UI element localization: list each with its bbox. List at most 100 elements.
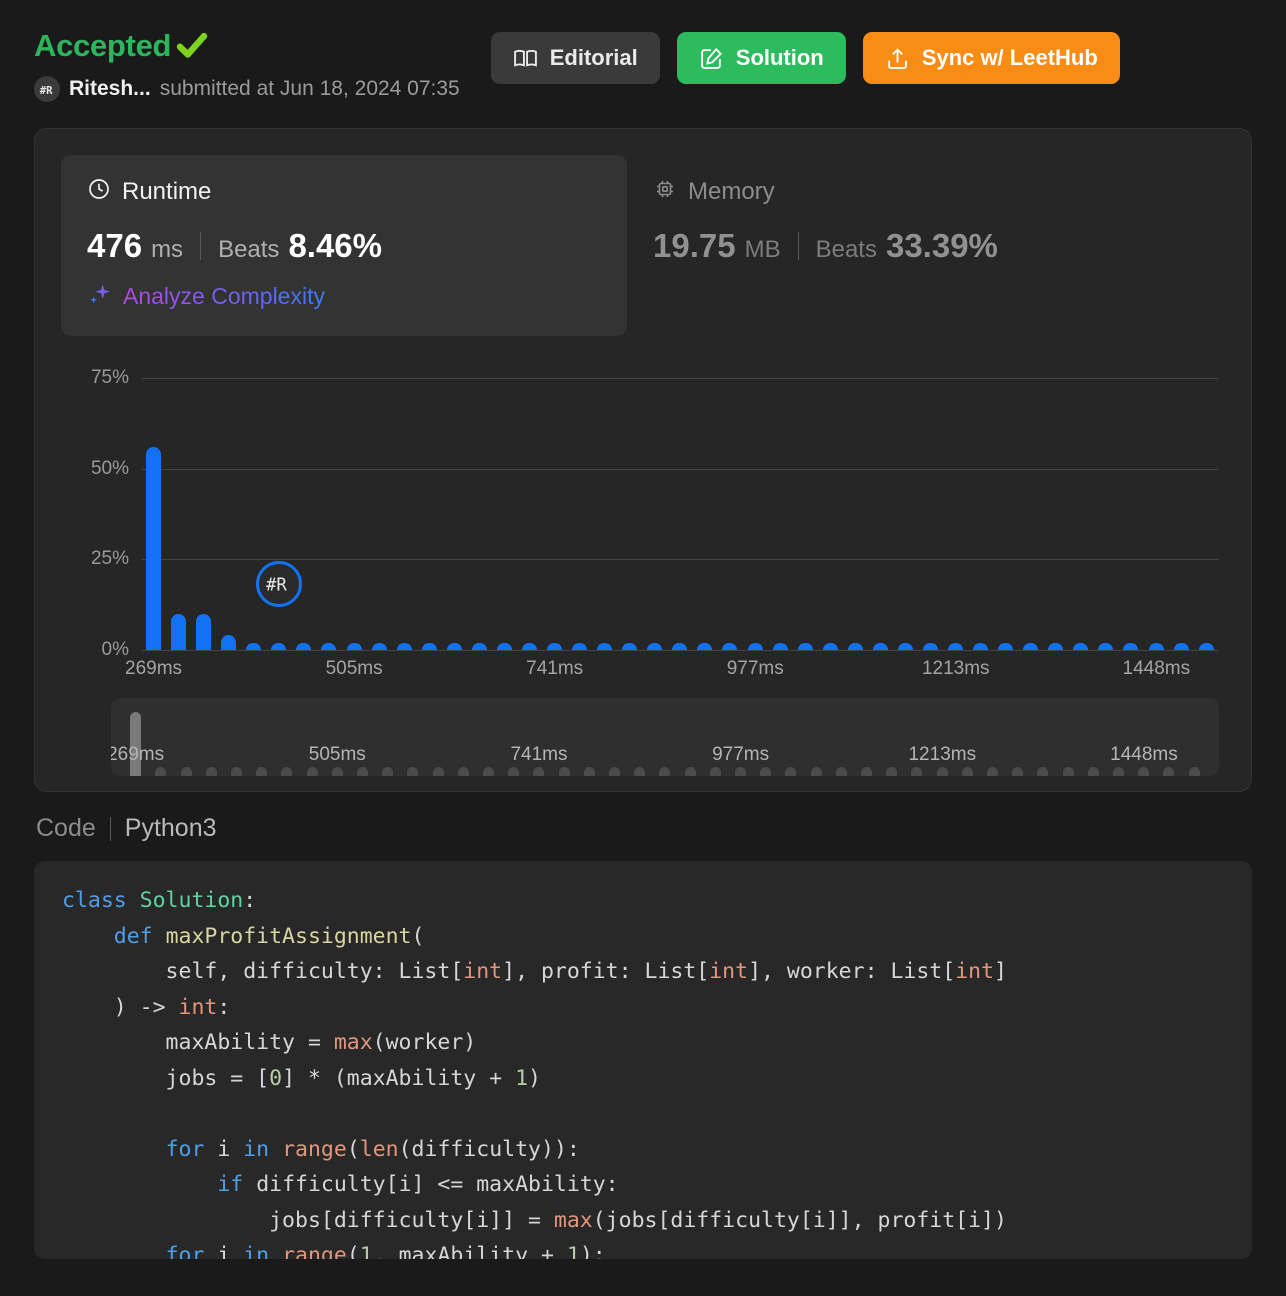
- chart-bar[interactable]: [421, 643, 437, 650]
- chart-bar[interactable]: [171, 613, 187, 650]
- bar-slot[interactable]: [367, 360, 392, 650]
- chart-bar[interactable]: [998, 643, 1014, 650]
- bar-slot[interactable]: [768, 360, 793, 650]
- chart-bar[interactable]: [1173, 643, 1189, 650]
- chart-bar[interactable]: [672, 643, 688, 650]
- avatar[interactable]: #R: [34, 76, 60, 102]
- chart-bar[interactable]: [948, 643, 964, 650]
- bar-slot[interactable]: [542, 360, 567, 650]
- chart-bar[interactable]: [196, 613, 212, 650]
- bar-slot[interactable]: [617, 360, 642, 650]
- bar-slot[interactable]: [1093, 360, 1118, 650]
- chart-bar[interactable]: [271, 643, 287, 650]
- bar-slot[interactable]: [993, 360, 1018, 650]
- editorial-button[interactable]: Editorial: [490, 32, 660, 84]
- bar-slot[interactable]: [316, 360, 341, 650]
- chart-bar[interactable]: [872, 643, 888, 650]
- bar-slot[interactable]: [1169, 360, 1194, 650]
- sync-leethub-button[interactable]: Sync w/ LeetHub: [862, 32, 1120, 84]
- chart-bar[interactable]: [346, 643, 362, 650]
- chart-bar[interactable]: [847, 643, 863, 650]
- bar-slot[interactable]: [1043, 360, 1068, 650]
- chart-bar[interactable]: [471, 643, 487, 650]
- bar-slot[interactable]: [567, 360, 592, 650]
- bar-slot[interactable]: [868, 360, 893, 650]
- bar-slot[interactable]: [392, 360, 417, 650]
- chart-bar[interactable]: [1148, 643, 1164, 650]
- bar-slot[interactable]: [1068, 360, 1093, 650]
- code-token: if: [217, 1172, 257, 1197]
- bar-slot[interactable]: #R: [255, 360, 302, 650]
- bar-slot[interactable]: [216, 360, 241, 650]
- bar-slot[interactable]: [492, 360, 517, 650]
- bar-slot[interactable]: [642, 360, 667, 650]
- bar-slot[interactable]: [417, 360, 442, 650]
- bar-slot[interactable]: [517, 360, 542, 650]
- bar-slot[interactable]: [692, 360, 717, 650]
- chart-bar[interactable]: [572, 643, 588, 650]
- bar-slot[interactable]: [893, 360, 918, 650]
- bar-slot[interactable]: [943, 360, 968, 650]
- runtime-metric[interactable]: Runtime 476 ms Beats 8.46% Analyze Compl…: [61, 155, 627, 336]
- chart-bar[interactable]: [897, 643, 913, 650]
- chart-bar[interactable]: [371, 643, 387, 650]
- chart-bar[interactable]: [296, 643, 312, 650]
- chart-bar[interactable]: [722, 643, 738, 650]
- memory-beats-label: Beats: [815, 236, 877, 263]
- bar-slot[interactable]: [241, 360, 266, 650]
- chart-bar[interactable]: [1123, 643, 1139, 650]
- bar-slot[interactable]: [793, 360, 818, 650]
- bar-slot[interactable]: [342, 360, 367, 650]
- bar-slot[interactable]: [1018, 360, 1043, 650]
- bar-slot[interactable]: [717, 360, 742, 650]
- chart-bar[interactable]: [396, 643, 412, 650]
- submitter-name[interactable]: Ritesh...: [69, 77, 151, 101]
- bar-slot[interactable]: [592, 360, 617, 650]
- chart-bar[interactable]: [496, 643, 512, 650]
- bar-slot[interactable]: [918, 360, 943, 650]
- code-token: 1: [566, 1243, 580, 1259]
- chart-bar[interactable]: [1073, 643, 1089, 650]
- chart-bar[interactable]: [647, 643, 663, 650]
- bar-slot[interactable]: [467, 360, 492, 650]
- chart-range-scrollbar[interactable]: 269ms 505ms 741ms 977ms 1213ms 1448ms: [111, 698, 1219, 776]
- bar-slot[interactable]: [141, 360, 166, 650]
- analyze-complexity-link[interactable]: Analyze Complexity: [87, 281, 601, 312]
- solution-button[interactable]: Solution: [676, 32, 846, 84]
- chart-bar[interactable]: [146, 447, 162, 650]
- bar-slot[interactable]: [1144, 360, 1169, 650]
- code-language[interactable]: Python3: [125, 814, 217, 843]
- bar-slot[interactable]: [818, 360, 843, 650]
- chart-bar[interactable]: [321, 643, 337, 650]
- chart-bar[interactable]: [547, 643, 563, 650]
- chart-bar[interactable]: [1098, 643, 1114, 650]
- chart-bar[interactable]: [597, 643, 613, 650]
- chart-bar[interactable]: [697, 643, 713, 650]
- bar-slot[interactable]: [1194, 360, 1219, 650]
- bar-slot[interactable]: [191, 360, 216, 650]
- chart-bar[interactable]: [797, 643, 813, 650]
- chart-bar[interactable]: [521, 643, 537, 650]
- bar-slot[interactable]: [667, 360, 692, 650]
- chart-bar[interactable]: [973, 643, 989, 650]
- bar-slot[interactable]: [843, 360, 868, 650]
- chart-bar[interactable]: [246, 643, 262, 650]
- chart-bar[interactable]: [1198, 643, 1214, 650]
- chart-bar[interactable]: [747, 643, 763, 650]
- code-block[interactable]: class Solution: def maxProfitAssignment(…: [34, 861, 1252, 1259]
- chart-bar[interactable]: [922, 643, 938, 650]
- chart-bar[interactable]: [1023, 643, 1039, 650]
- bar-slot[interactable]: [1118, 360, 1143, 650]
- chart-bar[interactable]: [622, 643, 638, 650]
- bar-slot[interactable]: [968, 360, 993, 650]
- chart-bar[interactable]: [446, 643, 462, 650]
- bar-slot[interactable]: [166, 360, 191, 650]
- chart-bar[interactable]: [772, 643, 788, 650]
- bar-slot[interactable]: [291, 360, 316, 650]
- memory-metric[interactable]: Memory 19.75 MB Beats 33.39%: [627, 155, 1193, 289]
- chart-bar[interactable]: [1048, 643, 1064, 650]
- chart-bar[interactable]: [822, 643, 838, 650]
- bar-slot[interactable]: [442, 360, 467, 650]
- bar-slot[interactable]: [743, 360, 768, 650]
- chart-bar[interactable]: [221, 634, 237, 650]
